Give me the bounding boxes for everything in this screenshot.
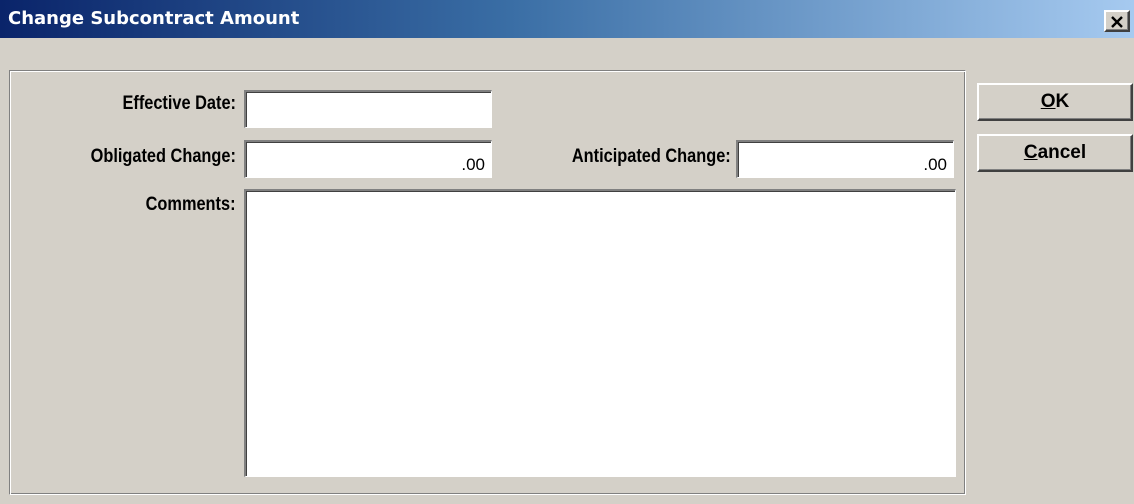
comments-label: Comments:	[146, 194, 236, 215]
cancel-label-rest: ancel	[1037, 142, 1087, 163]
ok-button[interactable]: OK	[977, 83, 1133, 121]
title-bar[interactable]: Change Subcontract Amount	[0, 0, 1134, 38]
cancel-button[interactable]: Cancel	[977, 134, 1133, 172]
effective-date-field[interactable]	[244, 90, 492, 128]
ok-mnemonic: O	[1040, 91, 1056, 112]
cancel-mnemonic: C	[1023, 142, 1038, 163]
comments-field[interactable]	[244, 189, 956, 477]
obligated-change-label: Obligated Change:	[90, 146, 236, 167]
close-icon	[1111, 15, 1123, 28]
obligated-change-field[interactable]	[244, 140, 492, 178]
anticipated-change-label: Anticipated Change:	[572, 146, 731, 167]
close-button[interactable]	[1104, 10, 1130, 32]
anticipated-change-field[interactable]	[736, 140, 954, 178]
effective-date-label: Effective Date:	[122, 93, 236, 114]
ok-label-rest: K	[1055, 91, 1070, 112]
dialog-window: Change Subcontract Amount Effective Date…	[0, 0, 1134, 504]
window-title: Change Subcontract Amount	[8, 8, 300, 29]
